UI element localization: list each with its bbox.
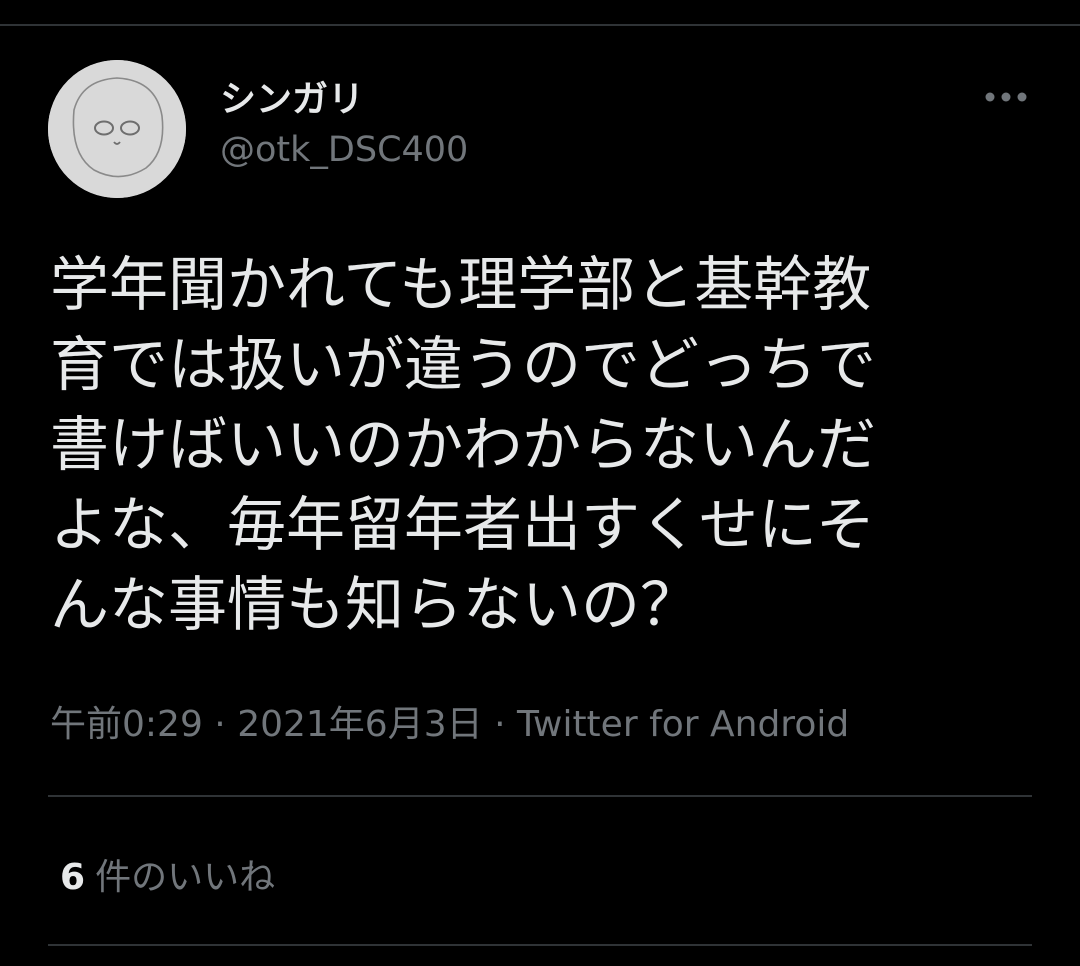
divider (48, 944, 1032, 946)
meta-separator: · (482, 704, 517, 745)
tweet-text-line: んな事情も知らないの？ (50, 570, 700, 639)
tweet-meta: 午前0:29 · 2021年6月3日 · Twitter for Android (50, 695, 849, 747)
tweet-text-line: 学年聞かれても理学部と基幹教 (50, 250, 872, 319)
likes-link[interactable]: 6 件のいいね (60, 848, 275, 900)
tweet-timestamp[interactable]: 午前0:29 (50, 704, 203, 745)
author-display-name[interactable]: シンガリ (220, 70, 364, 122)
tweet-text-line: 育では扱いが違うのでどっちで (50, 330, 877, 399)
likes-label: 件のいいね (95, 857, 276, 898)
tweet-text-line: 書けばいいのかわからないんだ (50, 410, 877, 479)
tweet-text-line: よな、毎年留年者出すくせにそ (50, 490, 875, 559)
tweet-source-link[interactable]: Twitter for Android (517, 704, 849, 745)
tweet-date[interactable]: 2021年6月3日 (237, 704, 482, 745)
more-options-button[interactable] (980, 80, 1032, 114)
tweet-text: 学年聞かれても理学部と基幹教 育では扱いが違うのでどっちで 書けばいいのかわから… (50, 245, 985, 645)
likes-count: 6 (60, 857, 86, 898)
author-handle[interactable]: @otk_DSC400 (220, 130, 468, 170)
meta-separator: · (202, 704, 238, 745)
face-doodle-icon (48, 60, 186, 198)
divider (48, 795, 1032, 797)
more-horizontal-icon (985, 92, 1027, 102)
avatar[interactable] (48, 60, 186, 198)
top-divider (0, 24, 1080, 26)
